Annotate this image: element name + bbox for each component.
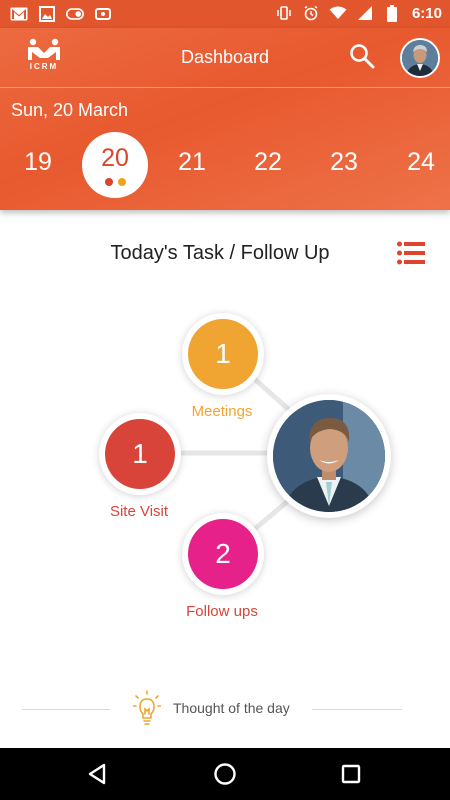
thought-of-the-day[interactable]: Thought of the day [0, 690, 450, 730]
person-image [273, 400, 385, 512]
site-visit-count-bubble[interactable]: 1 [105, 419, 175, 489]
back-button[interactable] [82, 758, 114, 790]
divider-left [22, 709, 110, 710]
recents-icon [341, 764, 361, 784]
follow-ups-label[interactable]: Follow ups [152, 603, 292, 620]
follow-ups-count-bubble[interactable]: 2 [188, 519, 258, 589]
back-icon [88, 763, 106, 785]
site-visit-label[interactable]: Site Visit [69, 503, 209, 520]
task-connectors [175, 373, 297, 535]
meetings-count-bubble[interactable]: 1 [188, 319, 258, 389]
home-button[interactable] [209, 758, 241, 790]
thought-label: Thought of the day [173, 700, 290, 716]
divider-right [312, 709, 402, 710]
profile-photo-large[interactable] [273, 400, 385, 512]
lightbulb-icon [132, 690, 162, 728]
home-icon [214, 763, 236, 785]
navigation-bar [0, 748, 450, 800]
meetings-label[interactable]: Meetings [152, 403, 292, 420]
recents-button[interactable] [335, 758, 367, 790]
